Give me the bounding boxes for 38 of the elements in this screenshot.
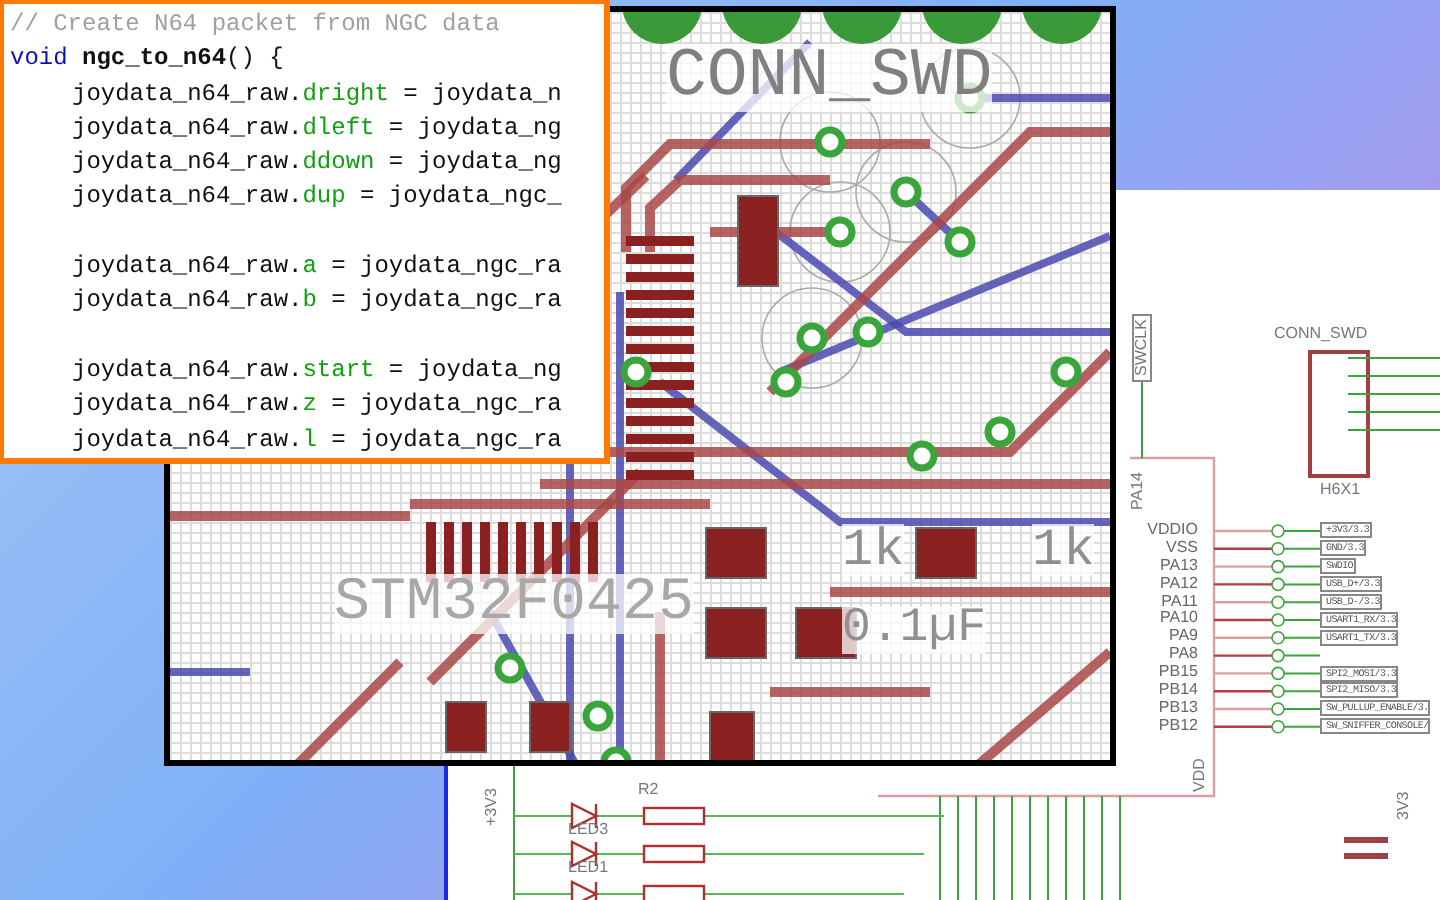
code-line: joydata_n64_raw.ddown = joydata_ng (70, 146, 562, 181)
pin-name: VDDIO (1147, 522, 1198, 540)
part-label: R2 (638, 782, 659, 798)
part-label: LED3 (568, 822, 609, 838)
power-label: 3V3 (1396, 791, 1412, 820)
pin-name: PA11 (1161, 593, 1198, 610)
pin-name: PA10 (1160, 610, 1198, 628)
pin-name: VSS (1165, 539, 1198, 558)
pin-name: PB13 (1158, 699, 1198, 718)
pin-name: PA12 (1160, 575, 1198, 594)
power-label: +3V3 (484, 788, 500, 826)
pin-name: VDD (1192, 758, 1208, 792)
pin-name: PA8 (1168, 646, 1198, 665)
pin-name: PA13 (1160, 557, 1198, 576)
code-line: joydata_n64_raw.a = joydata_ngc_ra (70, 250, 562, 285)
net-label: SWCLK (1132, 313, 1152, 382)
pin-name: PB12 (1158, 717, 1198, 736)
code-line: joydata_n64_raw.b = joydata_ngc_ra (70, 284, 562, 319)
pin-name: PB15 (1158, 664, 1198, 683)
code-line: joydata_n64_raw.start = joydata_ng (70, 353, 562, 388)
silkscreen-label: 1k (842, 524, 905, 576)
part-label: LED1 (568, 860, 609, 876)
pin-name: PA14 (1130, 472, 1146, 510)
silkscreen-label: CONN_SWD (666, 44, 993, 112)
pin-name: PB14 (1158, 682, 1198, 700)
code-line: joydata_n64_raw.dleft = joydata_ng (70, 111, 562, 146)
pin-name: PA9 (1168, 628, 1198, 646)
code-line: joydata_n64_raw.l = joydata_ngc_ra (70, 423, 562, 458)
code-comment: // Create N64 packet from NGC data (10, 8, 500, 42)
silkscreen-label: STM32F0425 (334, 574, 695, 634)
connector-part: H6X1 (1320, 482, 1361, 498)
silkscreen-label: 0.1µF (842, 606, 987, 654)
code-line: joydata_n64_raw.dup = joydata_ngc_ (70, 180, 562, 215)
code-line: joydata_n64_raw.dright = joydata_n (70, 77, 562, 112)
code-line: void ngc_to_n64() { (10, 42, 284, 77)
code-line: joydata_n64_raw.z = joydata_ngc_ra (70, 388, 562, 423)
connector-name: CONN_SWD (1274, 326, 1368, 342)
silkscreen-label: 1k (1032, 524, 1095, 576)
